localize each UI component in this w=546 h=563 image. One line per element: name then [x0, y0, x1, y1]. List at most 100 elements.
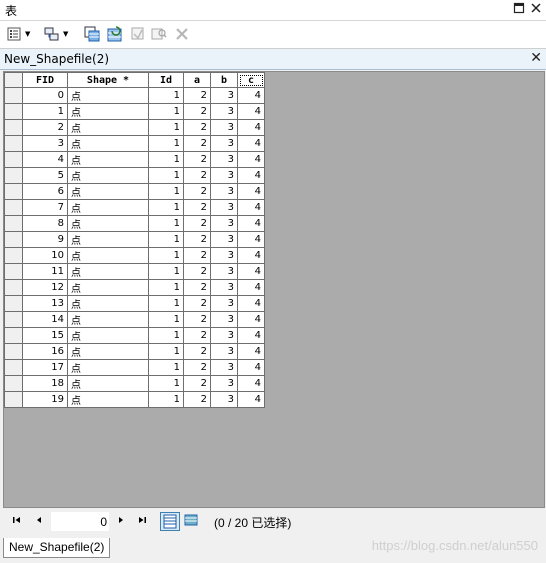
cell-fid[interactable]: 5	[22, 167, 68, 184]
column-header-b[interactable]: b	[210, 72, 238, 88]
cell-b[interactable]: 3	[210, 263, 238, 280]
table-row[interactable]: 8点1234	[4, 215, 265, 232]
cell-c[interactable]: 4	[237, 87, 265, 104]
cell-a[interactable]: 2	[183, 327, 211, 344]
cell-b[interactable]: 3	[210, 311, 238, 328]
clear-selection-button[interactable]	[130, 25, 146, 43]
table-row[interactable]: 6点1234	[4, 183, 265, 200]
cell-a[interactable]: 2	[183, 279, 211, 296]
table-row[interactable]: 9点1234	[4, 231, 265, 248]
cell-c[interactable]: 4	[237, 247, 265, 264]
cell-a[interactable]: 2	[183, 247, 211, 264]
cell-c[interactable]: 4	[237, 103, 265, 120]
last-record-icon[interactable]	[137, 515, 147, 528]
close-icon[interactable]: ✕	[530, 50, 542, 66]
cell-shape[interactable]: 点	[67, 295, 149, 312]
cell-id[interactable]: 1	[148, 199, 184, 216]
cell-a[interactable]: 2	[183, 151, 211, 168]
cell-a[interactable]: 2	[183, 87, 211, 104]
cell-shape[interactable]: 点	[67, 151, 149, 168]
table-row[interactable]: 10 点 1 2 3 4	[4, 247, 265, 264]
table-row[interactable]: 12 点 1 2 3 4	[4, 279, 265, 296]
cell-shape[interactable]: 点	[67, 119, 149, 136]
cell-b[interactable]: 3	[210, 135, 238, 152]
cell-c[interactable]: 4	[237, 183, 265, 200]
cell-id[interactable]: 1	[148, 327, 184, 344]
table-row[interactable]: 19 点 1 2 3 4	[4, 391, 265, 408]
show-all-records-button[interactable]	[160, 512, 180, 531]
cell-a[interactable]: 2	[183, 119, 211, 136]
table-options-button[interactable]: ▼	[6, 25, 30, 43]
current-record-input[interactable]	[51, 512, 109, 531]
cell-b[interactable]: 3	[210, 199, 238, 216]
row-selector[interactable]	[4, 215, 23, 232]
column-header-c[interactable]: c	[237, 72, 265, 88]
cell-id[interactable]: 1	[148, 375, 184, 392]
cell-b[interactable]: 3	[210, 183, 238, 200]
cell-shape[interactable]: 点	[67, 103, 149, 120]
cell-id[interactable]: 1	[148, 215, 184, 232]
cell-id[interactable]: 1	[148, 151, 184, 168]
cell-id[interactable]: 1	[148, 87, 184, 104]
row-selector[interactable]	[4, 343, 23, 360]
cell-shape[interactable]: 点	[67, 263, 149, 280]
row-selector[interactable]	[4, 263, 23, 280]
cell-id[interactable]: 1	[148, 343, 184, 360]
cell-fid[interactable]: 18	[22, 375, 68, 392]
column-header-a[interactable]: a	[183, 72, 211, 88]
cell-shape[interactable]: 点	[67, 327, 149, 344]
cell-b[interactable]: 3	[210, 343, 238, 360]
cell-shape[interactable]: 点	[67, 215, 149, 232]
cell-a[interactable]: 2	[183, 263, 211, 280]
cell-fid[interactable]: 0	[22, 87, 68, 104]
column-header-fid[interactable]: FID	[22, 72, 68, 88]
row-selector[interactable]	[4, 135, 23, 152]
cell-fid[interactable]: 12	[22, 279, 68, 296]
cell-c[interactable]: 4	[237, 135, 265, 152]
cell-shape[interactable]: 点	[67, 343, 149, 360]
cell-shape[interactable]: 点	[67, 311, 149, 328]
row-selector[interactable]	[4, 311, 23, 328]
table-row[interactable]: 7点1234	[4, 199, 265, 216]
cell-fid[interactable]: 13	[22, 295, 68, 312]
cell-fid[interactable]: 11	[22, 263, 68, 280]
cell-id[interactable]: 1	[148, 231, 184, 248]
row-selector[interactable]	[4, 87, 23, 104]
bottom-table-tab[interactable]: New_Shapefile(2)	[3, 538, 111, 558]
cell-shape[interactable]: 点	[67, 135, 149, 152]
cell-a[interactable]: 2	[183, 311, 211, 328]
cell-a[interactable]: 2	[183, 103, 211, 120]
cell-a[interactable]: 2	[183, 167, 211, 184]
next-record-icon[interactable]	[116, 515, 126, 528]
cell-shape[interactable]: 点	[67, 391, 149, 408]
cell-fid[interactable]: 15	[22, 327, 68, 344]
cell-a[interactable]: 2	[183, 343, 211, 360]
table-row[interactable]: 5点1234	[4, 167, 265, 184]
cell-id[interactable]: 1	[148, 359, 184, 376]
cell-shape[interactable]: 点	[67, 231, 149, 248]
select-by-attributes-button[interactable]	[84, 25, 100, 43]
cell-c[interactable]: 4	[237, 199, 265, 216]
cell-id[interactable]: 1	[148, 279, 184, 296]
first-record-icon[interactable]	[12, 515, 22, 528]
table-row[interactable]: 16 点 1 2 3 4	[4, 343, 265, 360]
cell-b[interactable]: 3	[210, 103, 238, 120]
row-selector[interactable]	[4, 103, 23, 120]
cell-a[interactable]: 2	[183, 231, 211, 248]
cell-c[interactable]: 4	[237, 327, 265, 344]
cell-a[interactable]: 2	[183, 375, 211, 392]
cell-id[interactable]: 1	[148, 391, 184, 408]
cell-a[interactable]: 2	[183, 215, 211, 232]
cell-c[interactable]: 4	[237, 295, 265, 312]
cell-a[interactable]: 2	[183, 199, 211, 216]
cell-id[interactable]: 1	[148, 103, 184, 120]
cell-fid[interactable]: 9	[22, 231, 68, 248]
cell-fid[interactable]: 6	[22, 183, 68, 200]
row-selector-header[interactable]	[4, 72, 23, 88]
table-row[interactable]: 11 点 1 2 3 4	[4, 263, 265, 280]
cell-b[interactable]: 3	[210, 215, 238, 232]
column-header-id[interactable]: Id	[148, 72, 184, 88]
cell-shape[interactable]: 点	[67, 87, 149, 104]
table-row[interactable]: 14 点 1 2 3 4	[4, 311, 265, 328]
cell-c[interactable]: 4	[237, 215, 265, 232]
